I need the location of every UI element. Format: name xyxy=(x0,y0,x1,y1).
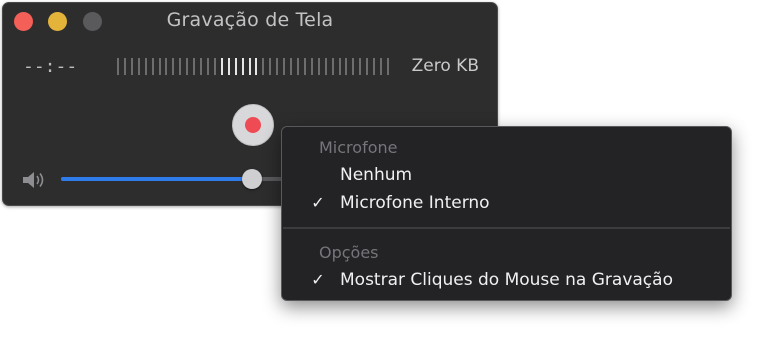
options-menu: Microfone Nenhum ✓ Microfone Interno Opç… xyxy=(281,126,732,301)
level-meter-bar xyxy=(172,58,175,75)
menu-item-microfone-interno[interactable]: ✓ Microfone Interno xyxy=(282,189,731,217)
level-meter-bar xyxy=(206,58,209,75)
level-meter-bar xyxy=(220,58,223,75)
level-meter-bar xyxy=(290,58,293,75)
level-meter-bar xyxy=(248,58,251,75)
level-meter-bar xyxy=(380,58,383,75)
level-meter-bar xyxy=(262,58,265,75)
level-meter-bar xyxy=(386,58,389,75)
menu-item-label: Microfone Interno xyxy=(340,193,490,213)
level-meter-bar xyxy=(123,58,126,75)
level-meter-bar xyxy=(324,58,327,75)
level-meter-bar xyxy=(158,58,161,75)
level-meter-bar xyxy=(303,58,306,75)
level-meter-bar xyxy=(310,58,313,75)
volume-slider-thumb[interactable] xyxy=(242,169,263,189)
file-size: Zero KB xyxy=(411,56,479,76)
audio-level-meter xyxy=(117,58,389,75)
level-meter-bar xyxy=(366,58,369,75)
level-meter-bar xyxy=(359,58,362,75)
level-meter-bar xyxy=(179,58,182,75)
level-meter-bar xyxy=(373,58,376,75)
screen: Gravação de Tela --:-- Zero KB Microfone… xyxy=(0,0,776,352)
level-meter-bar xyxy=(151,58,154,75)
menu-item-show-mouse-clicks[interactable]: ✓ Mostrar Cliques do Mouse na Gravação xyxy=(282,266,731,294)
volume-slider-fill xyxy=(61,177,253,181)
level-meter-bar xyxy=(213,58,216,75)
level-meter-bar xyxy=(352,58,355,75)
level-meter-bar xyxy=(255,58,258,75)
menu-section-microphone: Microfone xyxy=(319,138,398,157)
level-meter-bar xyxy=(144,58,147,75)
checkmark-icon: ✓ xyxy=(311,193,325,212)
level-meter-bar xyxy=(338,58,341,75)
level-meter-bar xyxy=(345,58,348,75)
recording-timer: --:-- xyxy=(23,56,78,77)
checkmark-icon: ✓ xyxy=(311,270,325,289)
level-meter-bar xyxy=(137,58,140,75)
menu-section-options: Opções xyxy=(319,243,379,262)
level-meter-bar xyxy=(331,58,334,75)
record-button[interactable] xyxy=(232,104,274,146)
level-meter-bar xyxy=(165,58,168,75)
record-icon xyxy=(245,117,261,133)
level-meter-bar xyxy=(227,58,230,75)
volume-slider[interactable] xyxy=(61,169,286,189)
speaker-icon xyxy=(23,172,44,188)
level-meter-bar xyxy=(193,58,196,75)
level-meter-bar xyxy=(269,58,272,75)
menu-separator xyxy=(283,227,730,229)
level-meter-bar xyxy=(296,58,299,75)
menu-item-label: Nenhum xyxy=(340,165,413,185)
level-meter-bar xyxy=(234,58,237,75)
level-meter-bar xyxy=(130,58,133,75)
level-meter-bar xyxy=(317,58,320,75)
level-meter-bar xyxy=(186,58,189,75)
menu-item-label: Mostrar Cliques do Mouse na Gravação xyxy=(340,270,673,290)
level-meter-bar xyxy=(241,58,244,75)
menu-item-nenhum[interactable]: Nenhum xyxy=(282,161,731,189)
level-meter-bar xyxy=(276,58,279,75)
level-meter-bar xyxy=(200,58,203,75)
window-title: Gravação de Tela xyxy=(166,9,334,31)
level-meter-bar xyxy=(283,58,286,75)
level-meter-bar xyxy=(117,58,119,75)
